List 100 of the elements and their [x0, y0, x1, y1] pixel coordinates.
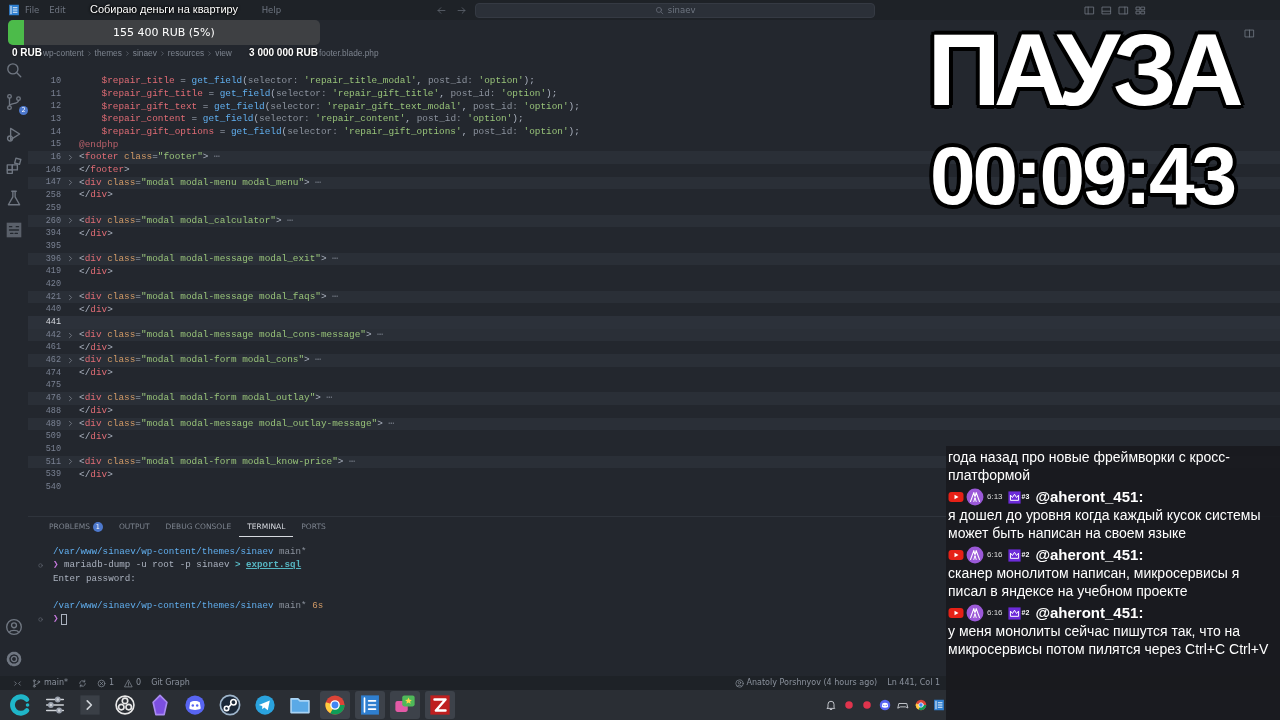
controller-face-icon[interactable]: [879, 699, 891, 711]
back-arrow-icon[interactable]: [436, 4, 448, 16]
code-line: </div>: [79, 404, 113, 419]
line-number: 15: [49, 138, 61, 152]
breadcrumb-item[interactable]: wp-content: [43, 46, 84, 60]
bell-icon[interactable]: [825, 699, 837, 711]
line-number: 420: [44, 277, 61, 291]
status-item[interactable]: Ln 441, Col 1: [882, 677, 945, 689]
code-line: <div class="modal modal-form modal_know-price"> ⋯: [79, 454, 355, 469]
play-icon: [948, 605, 964, 621]
menu-item[interactable]: Help: [256, 3, 287, 17]
breadcrumb-item[interactable]: footer.blade.php: [319, 46, 379, 60]
z-logo-icon[interactable]: [425, 691, 455, 719]
code-line: </div>: [79, 467, 113, 482]
layout-icon[interactable]: [1118, 4, 1129, 16]
pause-title: ПАУЗА: [927, 20, 1237, 120]
line-number: 474: [44, 366, 61, 380]
progress-amount: 155 400 RUB (5%): [112, 25, 216, 41]
play-bug-icon[interactable]: [5, 125, 23, 143]
chat-message-text: у меня монолиты сейчас пишутся так, что на микросервисы потом пилятся через Ctrl+C Ctrl+V: [948, 622, 1270, 658]
status-item[interactable]: main*: [27, 677, 73, 689]
app-logo-icon: [8, 4, 20, 16]
chat-author: @aheront_451:: [1035, 488, 1144, 506]
command-center-text: sinaev: [667, 3, 696, 17]
blocks-icon[interactable]: [5, 157, 23, 175]
remote-icon[interactable]: [13, 678, 22, 688]
grid-square-icon[interactable]: [5, 221, 23, 239]
chat-message-text: года назад про новые фреймворки с кросс-платформой: [948, 448, 1231, 484]
settings-icon[interactable]: [5, 650, 23, 668]
chat-message-text: я дошел до уровня когда каждый кусок системы может быть написан на своем языке: [948, 506, 1262, 542]
crown-badge-icon: [1007, 490, 1021, 504]
code-line: <div class="modal modal_calculator"> ⋯: [79, 213, 293, 228]
sync-icon[interactable]: [78, 678, 87, 688]
layout-icon[interactable]: [1101, 4, 1112, 16]
breadcrumb-item[interactable]: view: [215, 46, 232, 60]
forward-arrow-icon[interactable]: [456, 4, 468, 16]
split-editor-icon[interactable]: [1244, 27, 1255, 39]
crown-badge-icon: [1007, 606, 1021, 620]
pause-timer: 00:09:43: [929, 134, 1235, 218]
search-icon: [654, 5, 664, 15]
status-item[interactable]: 1: [92, 677, 120, 689]
menu-item[interactable]: File: [20, 3, 45, 17]
status-item[interactable]: Git Graph: [146, 677, 195, 689]
browser-icon[interactable]: [915, 699, 927, 711]
speech-bubbles-icon[interactable]: [390, 691, 420, 719]
person-icon: [734, 678, 744, 688]
flask-icon[interactable]: [5, 189, 23, 207]
code-line: </div>: [79, 188, 113, 203]
layout-icon[interactable]: [1084, 4, 1095, 16]
chat-time: 6:16: [987, 549, 1003, 561]
layout-icon[interactable]: [1135, 4, 1146, 16]
code-line: </div>: [79, 340, 113, 355]
record-dot-icon[interactable]: [843, 699, 855, 711]
branch-icon[interactable]: [5, 93, 23, 111]
line-number: 16: [49, 151, 61, 164]
line-number: 511: [44, 455, 61, 469]
line-number: 13: [49, 113, 61, 126]
menu-item[interactable]: Edit: [44, 3, 71, 17]
record-dot-icon[interactable]: [861, 699, 873, 711]
code-line: </div>: [79, 302, 113, 317]
terminal-line: Enter password:: [53, 571, 136, 586]
line-number: 440: [44, 303, 61, 317]
play-icon: [948, 489, 964, 505]
browser-icon[interactable]: [320, 691, 350, 719]
code-line: </div>: [79, 264, 113, 279]
line-number: 489: [44, 417, 61, 431]
avatar-icon: [966, 488, 984, 506]
code-line: <div class="modal modal-form modal_outlay"> ⋯: [79, 391, 333, 406]
breadcrumb-item[interactable]: sinaev: [132, 46, 157, 60]
line-number: 539: [44, 468, 61, 482]
line-number: 395: [44, 239, 61, 253]
line-number: 442: [44, 328, 61, 342]
code-line: </div>: [79, 429, 113, 444]
breadcrumb-item[interactable]: themes: [94, 46, 122, 60]
play-icon: [948, 547, 964, 563]
breadcrumb-item[interactable]: resources: [167, 46, 205, 60]
status-item[interactable]: 0: [119, 677, 147, 689]
breadcrumb-separator-icon: [123, 49, 131, 57]
terminal-line: ❯ mariadb-dump -u root -p sinaev > export.sql: [53, 558, 302, 573]
goal-min-label: 0 RUB: [12, 46, 42, 60]
document-icon[interactable]: [933, 699, 945, 711]
command-center-field[interactable]: sinaev: [475, 2, 876, 18]
branch-icon: [32, 678, 41, 688]
search-icon[interactable]: [5, 61, 23, 79]
chat-message-text: сканер монолитом написан, микросервисы я писал в яндексе на учебном проекте: [948, 564, 1241, 600]
line-number: 441: [44, 316, 61, 329]
status-item[interactable]: Anatoly Porshnyov (4 hours ago): [729, 677, 883, 689]
line-number: 12: [49, 100, 61, 114]
line-number: 461: [44, 341, 61, 355]
account-icon[interactable]: [5, 618, 23, 636]
line-number: 476: [44, 392, 61, 405]
line-number: 421: [44, 290, 61, 304]
document-icon[interactable]: [355, 691, 385, 719]
code-line: <div class="modal modal-message modal_outlay-message"> ⋯: [79, 416, 395, 431]
breadcrumb-separator-icon: [85, 49, 93, 57]
line-number: 394: [44, 227, 61, 240]
code-line: $repair_gift_title = get_field(selector: 'repair_gift_title', post_id: 'option');: [100, 87, 558, 101]
code-line: $repair_title = get_field(selector: 'repair_title_modal', post_id: 'option');: [100, 74, 535, 89]
line-number: 10: [49, 74, 61, 88]
chat-author: @aheront_451:: [1035, 546, 1144, 564]
